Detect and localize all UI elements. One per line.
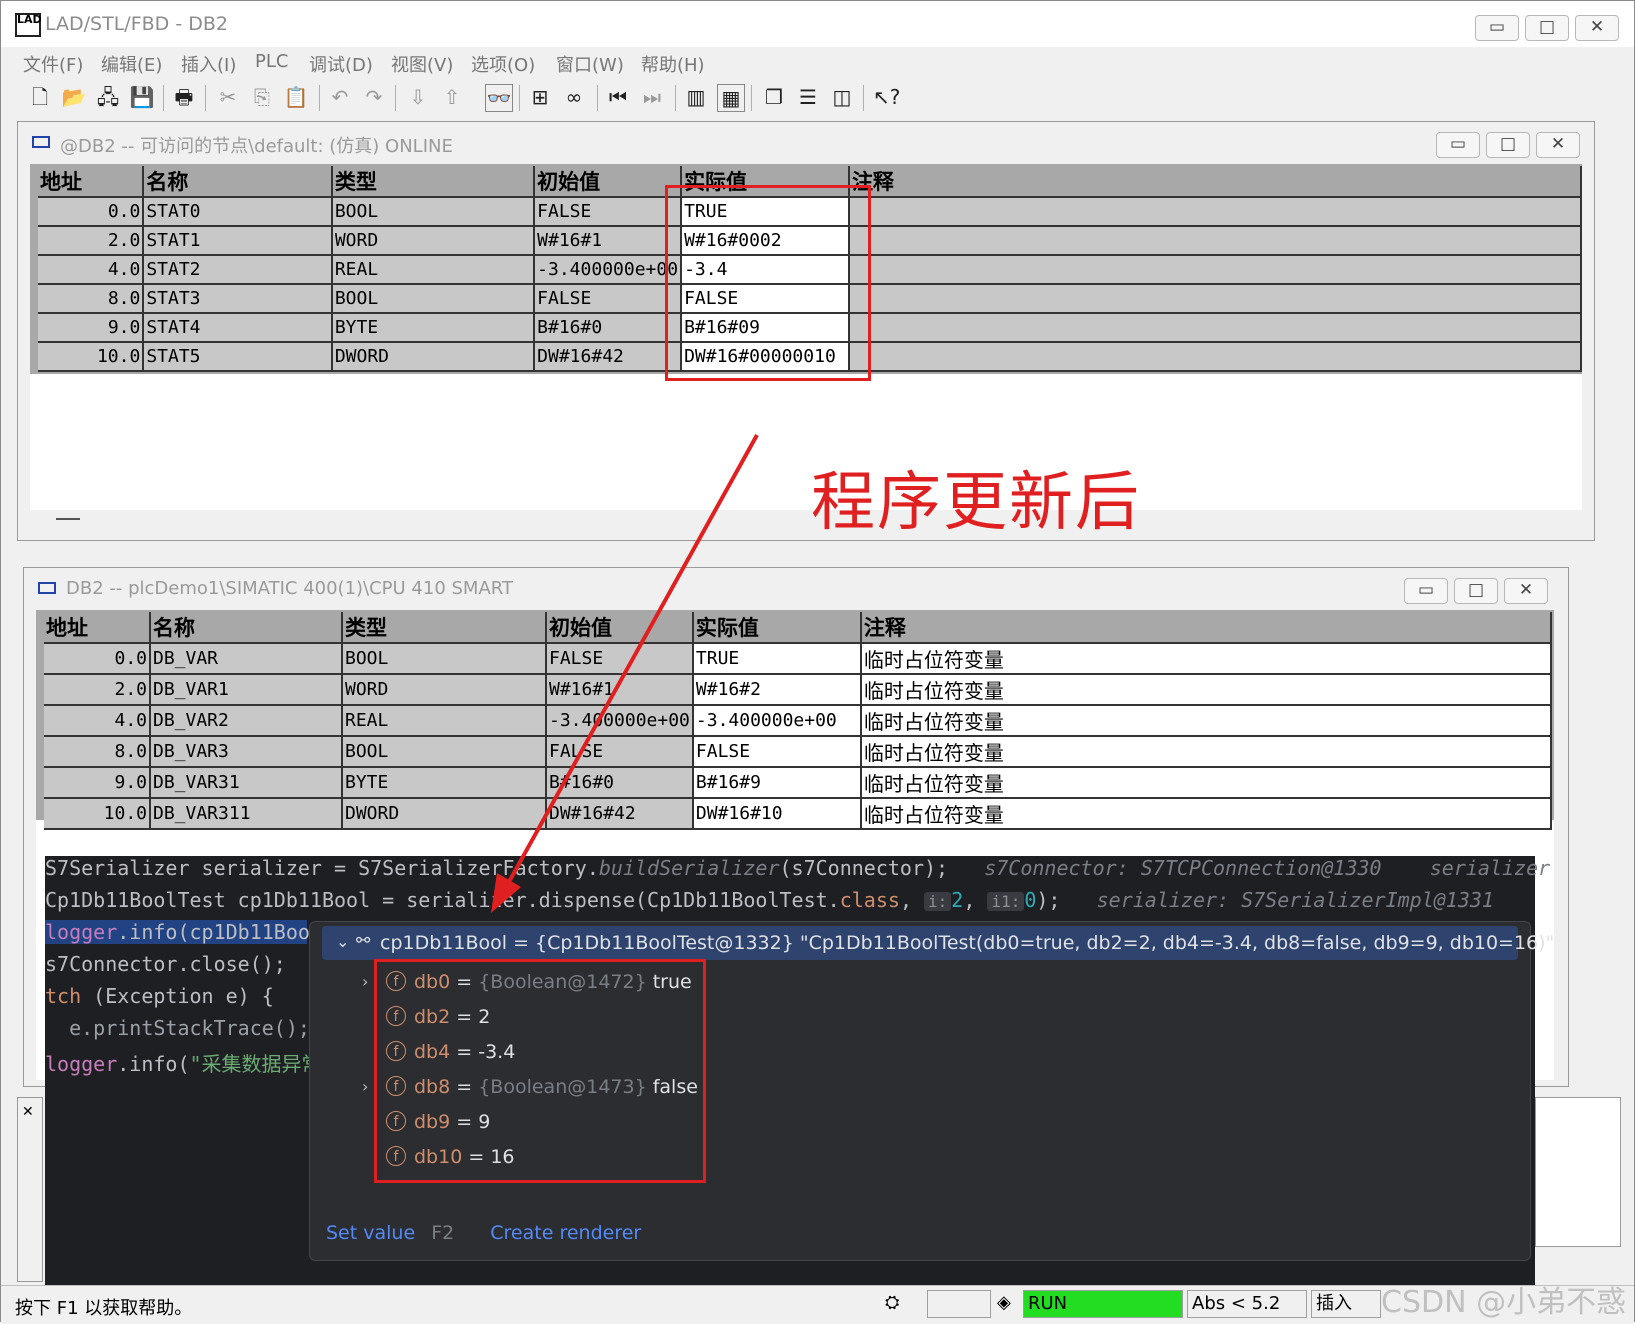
status-help-text: 按下 F1 以获取帮助。 — [15, 1298, 193, 1319]
run-status: RUN — [1023, 1290, 1183, 1318]
abs-status: Abs < 5.2 — [1187, 1290, 1307, 1318]
annotation-text: 程序更新后 — [811, 466, 1141, 540]
insert-mode: 插入 — [1311, 1290, 1381, 1318]
diamond-icon: ◈ — [997, 1292, 1011, 1313]
plc-status-icon: ⛭ — [885, 1292, 900, 1313]
annotation-arrow — [491, 434, 759, 913]
step7-application-window: LAD LAD/STL/FBD - DB2 ▭ □ ✕ 文件(F) 编辑(E) … — [0, 0, 1635, 1324]
status-empty-cell — [927, 1290, 991, 1318]
watermark: CSDN @小弟不惑 — [1381, 1285, 1627, 1320]
